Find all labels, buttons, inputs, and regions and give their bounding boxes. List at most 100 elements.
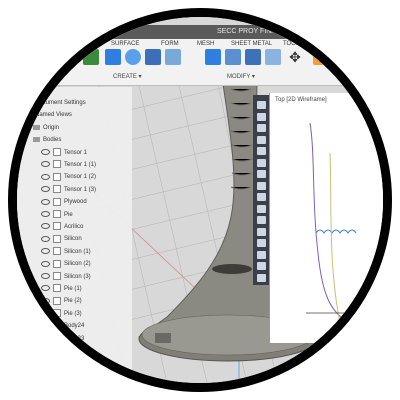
- browser-item[interactable]: Pie (3): [41, 308, 82, 320]
- visibility-eye-icon[interactable]: [41, 173, 50, 180]
- browser-item[interactable]: Silicon (3): [41, 271, 91, 283]
- press-pull-icon[interactable]: [205, 49, 221, 65]
- body-icon: [53, 358, 61, 367]
- drawing-tool-icon[interactable]: [257, 193, 266, 201]
- browser-item[interactable]: Origin: [33, 122, 59, 134]
- browser-item-label: Silicon: [64, 236, 82, 243]
- drawing-tool-icon[interactable]: [257, 262, 266, 270]
- body-icon: [53, 247, 61, 256]
- browser-item[interactable]: Body33: [41, 333, 84, 345]
- drawing-tool-icon[interactable]: [257, 147, 266, 155]
- drawing-tool-icon[interactable]: [257, 273, 266, 282]
- browser-item-label: Silicon (1): [64, 248, 91, 255]
- browser-item[interactable]: Tensor 1 (3): [41, 184, 96, 196]
- extrude-icon[interactable]: [105, 49, 121, 65]
- tab-tools[interactable]: TOOLS: [283, 41, 303, 47]
- drawing-tool-icon[interactable]: [257, 158, 266, 167]
- drawing-tool-icon[interactable]: [257, 239, 266, 247]
- drawing-tool-icon[interactable]: [257, 135, 266, 144]
- browser-item[interactable]: Body34: [41, 345, 84, 357]
- tab-form[interactable]: FORM: [161, 41, 179, 47]
- visibility-eye-icon[interactable]: [41, 297, 50, 304]
- modify-menu[interactable]: MODIFY ▾: [227, 73, 255, 80]
- pattern-icon[interactable]: [165, 49, 181, 65]
- visibility-eye-icon[interactable]: [41, 149, 50, 156]
- browser-item[interactable]: Pie (1): [41, 283, 82, 295]
- create-menu[interactable]: CREATE ▾: [113, 73, 142, 80]
- shell-icon[interactable]: [245, 49, 261, 65]
- browser-item-label: Origin: [43, 124, 60, 131]
- body-icon: [53, 222, 61, 231]
- browser-item[interactable]: Bodies: [33, 134, 61, 146]
- visibility-eye-icon[interactable]: [41, 198, 50, 205]
- drawing-tool-icon[interactable]: [257, 112, 266, 121]
- body-icon: [53, 185, 61, 194]
- wave-curve: [315, 229, 357, 234]
- revolve-icon[interactable]: [125, 49, 141, 65]
- browser-item[interactable]: Silicon (1): [41, 246, 91, 258]
- browser-item-label: Tensor 1 (3): [64, 186, 97, 193]
- visibility-eye-icon[interactable]: [41, 161, 50, 168]
- browser-item-label: Acrilico: [64, 224, 84, 230]
- browser-item[interactable]: Body36: [41, 370, 84, 382]
- new-component-icon[interactable]: [83, 49, 99, 65]
- drawing-tool-icon[interactable]: [257, 250, 266, 259]
- visibility-eye-icon[interactable]: [41, 359, 50, 366]
- combine-icon[interactable]: [265, 49, 281, 65]
- browser-item[interactable]: Tensor 1 (2): [41, 171, 96, 183]
- browser-item-label: Body33: [64, 335, 85, 342]
- browser-item[interactable]: Tensor 1: [41, 147, 87, 159]
- tab-sheet-metal[interactable]: SHEET METAL: [231, 41, 272, 47]
- browser-item[interactable]: Pie (2): [41, 295, 82, 307]
- drawing-tool-icon[interactable]: [257, 101, 266, 109]
- drawing-tool-icon[interactable]: [257, 216, 266, 224]
- browser-item-label: Document Settings: [35, 100, 86, 106]
- visibility-eye-icon[interactable]: [41, 211, 50, 218]
- browser-item[interactable]: Plywood: [41, 196, 87, 208]
- browser-item[interactable]: Body35: [41, 357, 84, 369]
- visibility-eye-icon[interactable]: [41, 347, 50, 354]
- drawing-panel[interactable]: [269, 93, 383, 343]
- visibility-eye-icon[interactable]: [41, 322, 50, 329]
- drawing-tool-icon[interactable]: [257, 124, 266, 132]
- drawing-view-title: Top [2D Wireframe]: [275, 97, 327, 103]
- visibility-eye-icon[interactable]: [41, 310, 50, 317]
- browser-item-label: Plywood: [64, 199, 87, 206]
- drawing-tool-icon[interactable]: [257, 170, 266, 178]
- visibility-eye-icon[interactable]: [41, 235, 50, 242]
- visibility-eye-icon[interactable]: [41, 186, 50, 193]
- browser-item[interactable]: Silicon (2): [41, 258, 91, 270]
- browser-item-label: Named Views: [35, 112, 72, 119]
- sweep-icon[interactable]: [145, 49, 161, 65]
- visibility-eye-icon[interactable]: [41, 223, 50, 230]
- browser-item[interactable]: Pie: [41, 209, 73, 221]
- body-icon: [53, 197, 61, 206]
- visibility-eye-icon[interactable]: [41, 260, 50, 267]
- inspect-icon[interactable]: [313, 49, 329, 65]
- browser-item-label: Body36: [64, 372, 85, 379]
- visibility-eye-icon[interactable]: [41, 248, 50, 255]
- drawing-tool-icon[interactable]: [257, 204, 266, 213]
- move-icon[interactable]: ✥: [287, 49, 303, 65]
- visibility-eye-icon[interactable]: [41, 335, 50, 342]
- browser-item[interactable]: Acrilico: [41, 221, 83, 233]
- browser-item-label: Silicon (2): [64, 261, 91, 268]
- visibility-eye-icon[interactable]: [41, 372, 50, 379]
- drawing-tool-icon[interactable]: [257, 227, 266, 236]
- browser-item[interactable]: Document Settings: [25, 97, 86, 109]
- browser-item[interactable]: Silicon: [41, 233, 82, 245]
- circular-crop: SECC PROY FINAL MOD 9 SURFACE FORM MESH …: [8, 8, 392, 392]
- browser-item[interactable]: Body24: [41, 320, 84, 332]
- body-icon: [53, 259, 61, 268]
- drawing-tool-icon[interactable]: [257, 181, 266, 190]
- browser-item[interactable]: Named Views: [25, 109, 72, 121]
- browser-item-label: Body35: [64, 360, 85, 367]
- fillet-icon[interactable]: [225, 49, 241, 65]
- tab-mesh[interactable]: MESH: [197, 41, 214, 47]
- tab-surface[interactable]: SURFACE: [111, 41, 139, 47]
- body-icon: [53, 309, 61, 318]
- visibility-eye-icon[interactable]: [41, 273, 50, 280]
- drawing-profile: [306, 122, 360, 324]
- visibility-eye-icon[interactable]: [41, 285, 50, 292]
- browser-item[interactable]: Tensor 1 (1): [41, 159, 96, 171]
